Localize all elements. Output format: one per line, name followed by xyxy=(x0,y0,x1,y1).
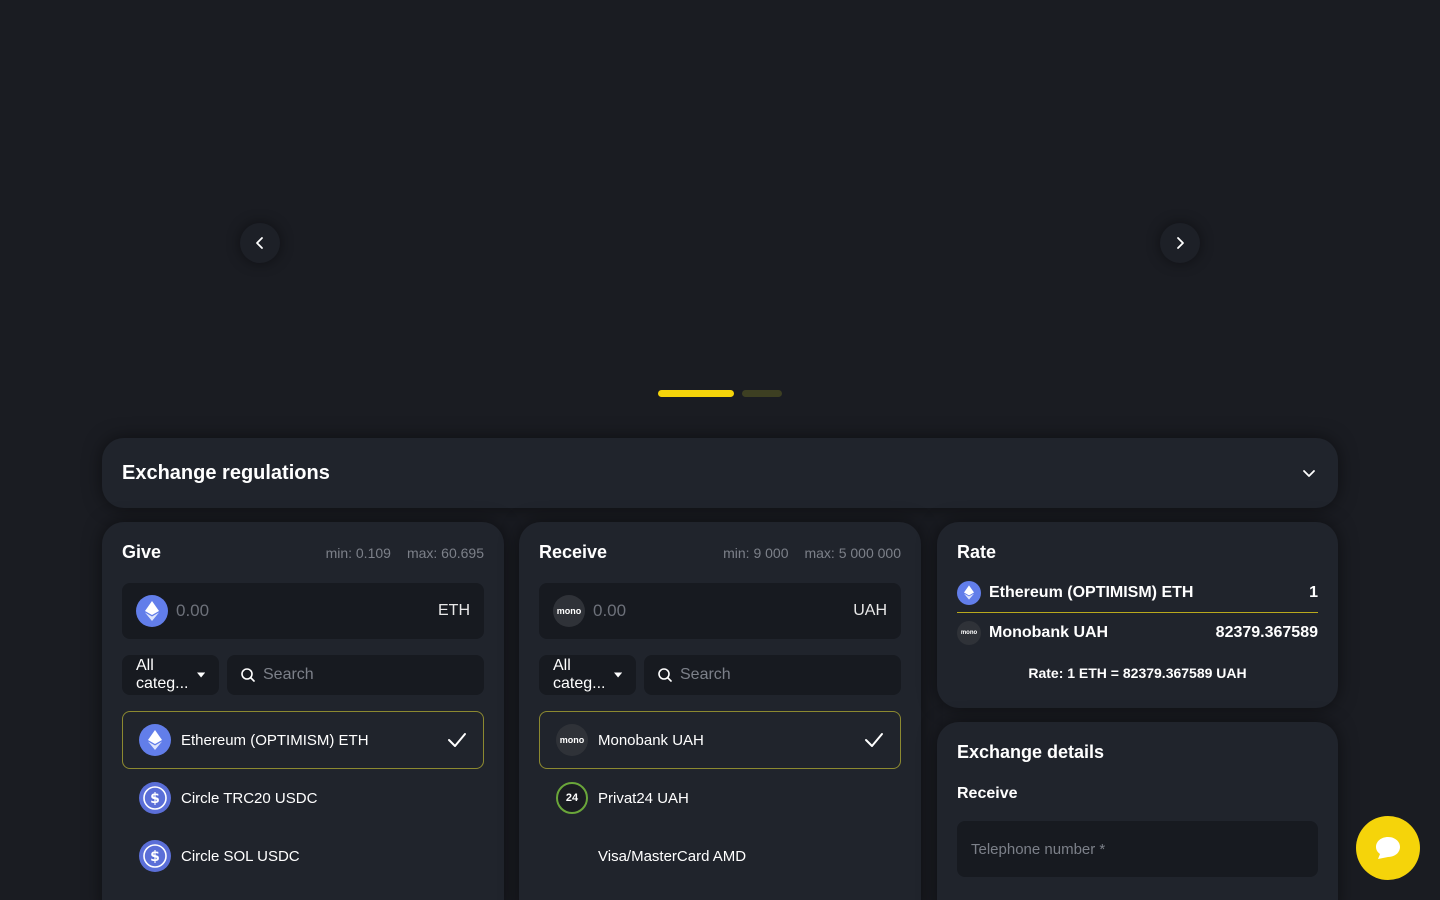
receive-amount-box: mono UAH xyxy=(539,583,901,639)
receive-max: max: 5 000 000 xyxy=(804,545,901,561)
search-icon xyxy=(658,668,672,682)
usdc-icon: $ xyxy=(139,782,171,814)
receive-category-select[interactable]: All categ... xyxy=(539,655,636,695)
check-icon xyxy=(865,733,883,747)
receive-search-input[interactable] xyxy=(680,666,887,684)
phone-field-box xyxy=(957,821,1318,877)
regulations-title: Exchange regulations xyxy=(122,461,330,484)
details-subtitle: Receive xyxy=(957,785,1018,802)
list-item-label: Circle TRC20 USDC xyxy=(181,789,318,807)
caret-down-icon xyxy=(196,672,205,678)
rate-from-row: Ethereum (OPTIMISM) ETH 1 xyxy=(957,573,1318,613)
chat-bubble-icon xyxy=(1376,837,1400,859)
list-item[interactable]: Ethereum (OPTIMISM) ETH xyxy=(122,711,484,769)
exchange-details-panel: Exchange details Receive xyxy=(937,722,1338,900)
give-search-input[interactable] xyxy=(263,666,470,684)
rate-title: Rate xyxy=(957,542,997,562)
rate-panel: Rate Ethereum (OPTIMISM) ETH 1 mono Mono… xyxy=(937,522,1338,708)
list-item-label: Circle SOL USDC xyxy=(181,847,300,865)
phone-input[interactable] xyxy=(971,840,1304,858)
monobank-icon: mono xyxy=(556,724,588,756)
list-item[interactable]: 24 Privat24 UAH xyxy=(539,769,901,827)
slider-next-button[interactable] xyxy=(1160,223,1200,263)
give-max: max: 60.695 xyxy=(406,545,484,561)
blank-icon xyxy=(556,840,588,872)
svg-text:$: $ xyxy=(150,791,160,807)
ethereum-icon xyxy=(139,724,171,756)
receive-title: Receive xyxy=(539,542,608,562)
usdc-icon: $ xyxy=(139,840,171,872)
list-item-label: Ethereum (OPTIMISM) ETH xyxy=(181,731,369,749)
svg-text:$: $ xyxy=(150,849,160,865)
receive-currency-list: mono Monobank UAH 24 Privat24 UAH Visa/M… xyxy=(539,711,901,885)
list-item[interactable]: $ Circle SOL USDC xyxy=(122,827,484,885)
rate-from-name: Ethereum (OPTIMISM) ETH xyxy=(989,583,1194,601)
slider-pagination xyxy=(658,390,782,397)
search-icon xyxy=(241,668,255,682)
exchange-regulations-accordion[interactable]: Exchange regulations xyxy=(102,438,1338,508)
chevron-down-icon xyxy=(1303,470,1315,477)
give-amount-input[interactable] xyxy=(176,601,438,621)
rate-to-value: 82379.367589 xyxy=(1215,624,1318,641)
ethereum-icon xyxy=(136,595,168,627)
list-item[interactable]: Visa/MasterCard AMD xyxy=(539,827,901,885)
receive-search-box xyxy=(644,655,901,695)
rate-to-name: Monobank UAH xyxy=(989,624,1109,641)
check-icon xyxy=(448,733,466,747)
give-category-select[interactable]: All categ... xyxy=(122,655,219,695)
monobank-icon: mono xyxy=(553,595,585,627)
give-amount-box: ETH xyxy=(122,583,484,639)
give-min: min: 0.109 xyxy=(325,545,391,561)
list-item[interactable]: mono Monobank UAH xyxy=(539,711,901,769)
slider-dot-2[interactable] xyxy=(742,390,782,397)
ethereum-icon xyxy=(957,580,981,605)
give-currency: ETH xyxy=(438,602,470,619)
list-item[interactable]: $ Circle TRC20 USDC xyxy=(122,769,484,827)
give-category-value: All categ... xyxy=(136,657,189,692)
receive-category-value: All categ... xyxy=(553,657,606,692)
give-panel: Give min: 0.109 max: 60.695 ETH All cate… xyxy=(102,522,504,900)
give-title: Give xyxy=(122,542,162,562)
chevron-left-icon xyxy=(256,237,263,249)
receive-panel: Receive min: 9 000 max: 5 000 000 mono U… xyxy=(519,522,921,900)
privat24-icon: 24 xyxy=(556,782,588,814)
give-search-box xyxy=(227,655,484,695)
receive-currency: UAH xyxy=(853,602,887,619)
slider-dot-1[interactable] xyxy=(658,390,734,397)
monobank-icon: mono xyxy=(957,621,981,645)
receive-min: min: 9 000 xyxy=(723,545,789,561)
give-currency-list: Ethereum (OPTIMISM) ETH $ Circle TRC20 U… xyxy=(122,711,484,885)
details-title: Exchange details xyxy=(957,742,1105,762)
chevron-right-icon xyxy=(1177,237,1184,249)
slider-prev-button[interactable] xyxy=(240,223,280,263)
receive-amount-input[interactable] xyxy=(593,601,854,621)
list-item-label: Visa/MasterCard AMD xyxy=(598,847,747,865)
caret-down-icon xyxy=(613,672,622,678)
list-item-label: Privat24 UAH xyxy=(598,789,689,807)
rate-to-row: mono Monobank UAH 82379.367589 xyxy=(957,613,1318,653)
rate-from-value: 1 xyxy=(1309,583,1318,601)
rate-summary: Rate: 1 ETH = 82379.367589 UAH xyxy=(1028,665,1247,681)
chat-button[interactable] xyxy=(1356,816,1420,880)
list-item-label: Monobank UAH xyxy=(598,731,704,749)
